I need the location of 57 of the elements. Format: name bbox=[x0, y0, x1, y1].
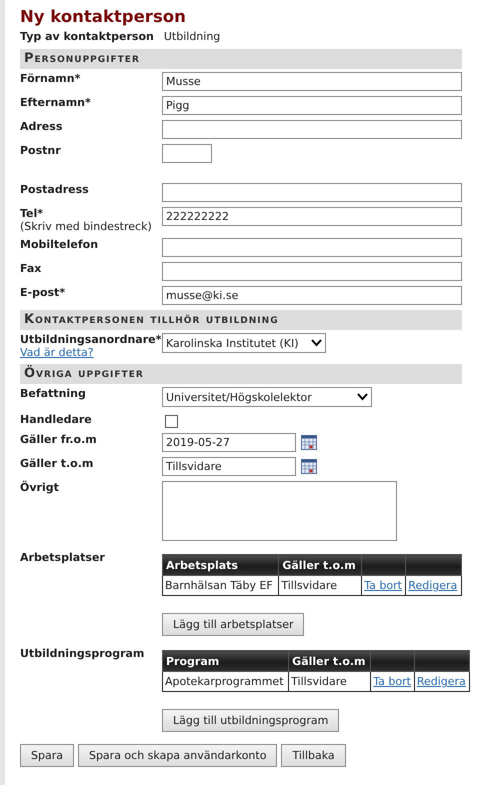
add-button[interactable]: Lägg till utbildningsprogram bbox=[162, 709, 340, 732]
field-label: Handledare bbox=[20, 413, 92, 426]
input-field[interactable]: Musse bbox=[162, 72, 462, 91]
date-field[interactable]: 2019-05-27 bbox=[162, 433, 296, 452]
field-label: Mobiltelefon bbox=[20, 238, 98, 251]
table-cell: Barnhälsan Täby EF bbox=[165, 579, 273, 592]
field-hint: (Skriv med bindestreck) bbox=[20, 220, 152, 233]
field-label: Gäller fr.o.m bbox=[20, 433, 97, 446]
input-field[interactable] bbox=[162, 238, 462, 257]
column-header: Gäller t.o.m bbox=[278, 554, 362, 576]
input-field[interactable]: 222222222 bbox=[162, 207, 462, 226]
section-heading: Kontaktpersonen tillhör utbildning bbox=[20, 310, 462, 330]
input-field[interactable] bbox=[162, 183, 462, 202]
form-button[interactable]: Spara bbox=[20, 744, 74, 767]
field-label: Fax bbox=[20, 262, 42, 275]
field-label: Efternamn* bbox=[20, 96, 91, 109]
page-title: Ny kontaktperson bbox=[20, 6, 187, 28]
column-header: Gäller t.o.m bbox=[288, 650, 371, 672]
field-label: Adress bbox=[20, 120, 62, 133]
field-label: Befattning bbox=[20, 387, 86, 400]
field-label: Gäller t.o.m bbox=[20, 457, 94, 470]
field-value: Utbildning bbox=[164, 30, 220, 43]
table-cell: Tillsvidare bbox=[281, 579, 337, 592]
field-label: Utbildningsprogram bbox=[20, 647, 144, 660]
date-field[interactable]: Tillsvidare bbox=[162, 457, 296, 476]
field-label: Typ av kontaktperson bbox=[20, 30, 154, 43]
input-field[interactable]: Pigg bbox=[162, 96, 462, 115]
input-field[interactable] bbox=[162, 120, 462, 139]
field-label: E-post* bbox=[20, 286, 66, 299]
field-label: Utbildningsanordnare* bbox=[20, 333, 162, 346]
column-header: Arbetsplats bbox=[162, 554, 279, 576]
field-label: Förnamn* bbox=[20, 72, 80, 85]
field-label: Övrigt bbox=[20, 481, 59, 494]
field-label: Postnr bbox=[20, 144, 61, 157]
calendar-icon[interactable] bbox=[301, 435, 317, 450]
field-label: Tel* bbox=[20, 207, 44, 220]
chevron-icon bbox=[311, 339, 322, 347]
add-button[interactable]: Lägg till arbetsplatser bbox=[162, 613, 304, 636]
help-link[interactable]: Vad är detta? bbox=[20, 346, 94, 359]
table-cell: Apotekarprogrammet bbox=[165, 675, 284, 688]
checkbox[interactable] bbox=[165, 415, 178, 428]
input-field[interactable] bbox=[162, 262, 462, 281]
input-field[interactable] bbox=[162, 144, 212, 163]
text-area[interactable] bbox=[162, 481, 397, 541]
column-header: Program bbox=[162, 650, 289, 672]
dropdown[interactable]: Universitet/Högskolelektor bbox=[162, 387, 372, 407]
field-label: Postadress bbox=[20, 183, 89, 196]
section-heading: Personuppgifter bbox=[20, 49, 462, 69]
calendar-icon[interactable] bbox=[301, 459, 317, 474]
table-cell: Tillsvidare bbox=[291, 675, 347, 688]
chevron-icon bbox=[357, 393, 368, 401]
field-label: Arbetsplatser bbox=[20, 551, 105, 564]
dropdown[interactable]: Karolinska Institutet (KI) bbox=[162, 333, 326, 353]
input-field[interactable]: musse@ki.se bbox=[162, 286, 462, 305]
section-heading: Övriga uppgifter bbox=[20, 364, 462, 384]
form-button[interactable]: Spara och skapa användarkonto bbox=[78, 744, 278, 767]
form-button[interactable]: Tillbaka bbox=[281, 744, 346, 767]
